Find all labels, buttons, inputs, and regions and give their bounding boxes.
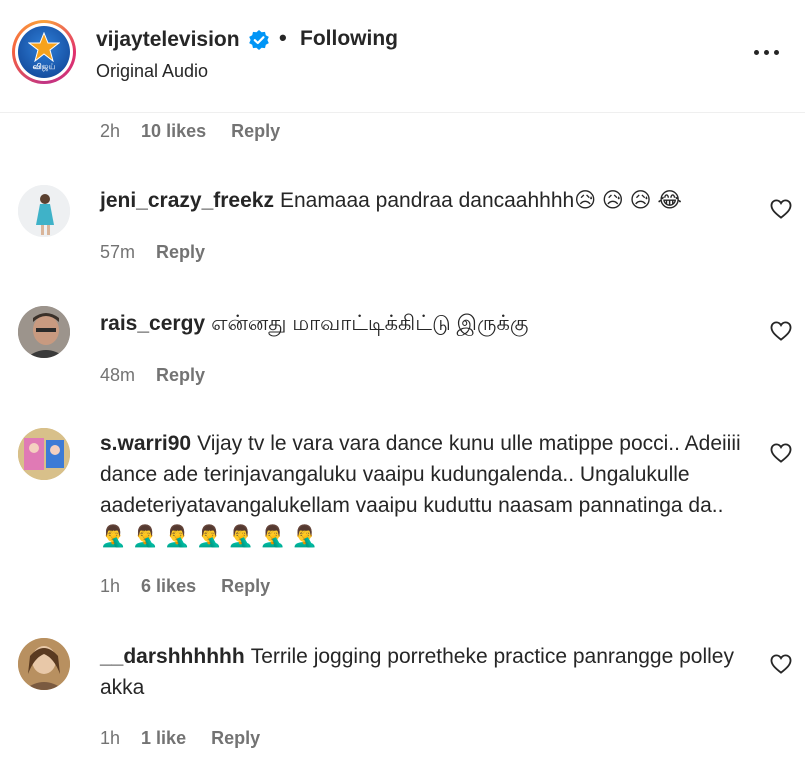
account-username[interactable]: vijaytelevision xyxy=(96,28,240,52)
comment-time: 1h xyxy=(100,728,121,748)
avatar-image xyxy=(18,638,70,690)
comment-text: jeni_crazy_freekz Enamaaa pandraa dancaah… xyxy=(100,185,750,216)
comment-text: rais_cergy என்னது மாவாட்டிக்கிட்டு இருக்க… xyxy=(100,308,750,339)
comment-body: Enamaaa pandraa dancaahhhh😥 😥 😥 😂 xyxy=(279,189,682,212)
separator-dot: • xyxy=(279,25,287,50)
comment-time: 2h xyxy=(100,121,121,141)
like-heart-icon[interactable] xyxy=(770,321,792,341)
verified-badge-icon xyxy=(249,30,269,50)
comment-text: s.warri90 Vijay tv le vara vara dance kun… xyxy=(100,428,750,552)
commenter-username[interactable]: jeni_crazy_freekz xyxy=(100,189,274,212)
audio-link[interactable]: Original Audio xyxy=(96,61,208,82)
comment-meta: 2h 10 likes Reply xyxy=(100,121,280,142)
commenter-username[interactable]: rais_cergy xyxy=(100,312,205,335)
avatar-image xyxy=(18,306,70,358)
comment-likes[interactable]: 1 like xyxy=(141,728,186,748)
like-heart-icon[interactable] xyxy=(770,654,792,674)
comment-time: 1h xyxy=(100,576,121,596)
reply-button[interactable]: Reply xyxy=(211,728,260,748)
like-heart-icon[interactable] xyxy=(770,443,792,463)
reply-button[interactable]: Reply xyxy=(156,365,205,385)
comment-likes[interactable]: 10 likes xyxy=(141,121,206,141)
comment-meta: 1h 6 likes Reply xyxy=(100,576,270,597)
comment-meta: 57m Reply xyxy=(100,242,205,263)
comment-body: Vijay tv le vara vara dance kunu ulle ma… xyxy=(100,432,741,548)
comment-meta: 1h 1 like Reply xyxy=(100,728,260,749)
commenter-avatar[interactable] xyxy=(18,638,70,690)
logo-text: விஜய் xyxy=(32,62,56,71)
more-options-icon[interactable] xyxy=(752,40,782,64)
avatar-image xyxy=(18,428,70,480)
like-heart-icon[interactable] xyxy=(770,199,792,219)
comment-time: 48m xyxy=(100,365,136,385)
following-button[interactable]: Following xyxy=(300,27,398,51)
commenter-username[interactable]: s.warri90 xyxy=(100,432,191,455)
vijay-logo: விஜய் xyxy=(18,26,70,78)
commenter-avatar[interactable] xyxy=(18,306,70,358)
comment-time: 57m xyxy=(100,242,136,262)
reply-button[interactable]: Reply xyxy=(231,121,280,141)
comment-meta: 48m Reply xyxy=(100,365,205,386)
reply-button[interactable]: Reply xyxy=(156,242,205,262)
comment-likes[interactable]: 6 likes xyxy=(141,576,196,596)
account-avatar[interactable]: விஜய் xyxy=(12,20,76,84)
commenter-avatar[interactable] xyxy=(18,428,70,480)
comment-text: __darshhhhhh Terrile jogging porretheke p… xyxy=(100,641,750,703)
star-icon xyxy=(28,32,60,62)
commenter-avatar[interactable] xyxy=(18,185,70,237)
comment-body: என்னது மாவாட்டிக்கிட்டு இருக்கு xyxy=(211,312,529,335)
commenter-username[interactable]: __darshhhhhh xyxy=(100,645,245,668)
avatar-image xyxy=(18,185,70,237)
post-header: விஜய் vijaytelevision • Following Origin… xyxy=(0,0,805,113)
reply-button[interactable]: Reply xyxy=(221,576,270,596)
